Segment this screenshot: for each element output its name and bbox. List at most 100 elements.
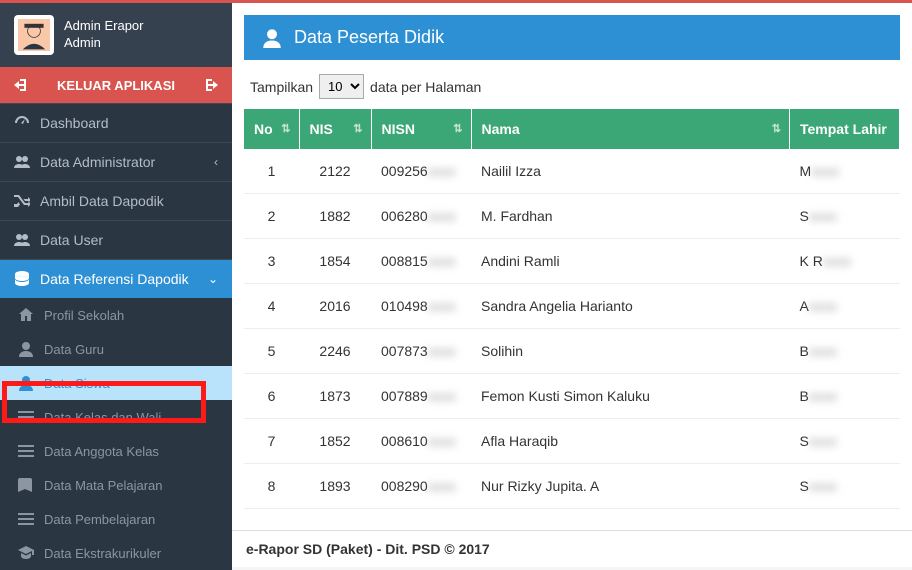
cell-nis: 1854 <box>299 239 371 284</box>
nav-data-user[interactable]: Data User <box>0 221 232 259</box>
cell-nis: 1882 <box>299 194 371 239</box>
logout-label: KELUAR APLIKASI <box>57 78 175 93</box>
cell-no: 5 <box>244 329 299 374</box>
list-icon <box>18 511 34 527</box>
cell-nama: Nur Rizky Jupita. A <box>471 464 790 509</box>
cell-tempat: Sxxxx <box>790 464 900 509</box>
table-row[interactable]: 21882006280xxxxM. FardhanSxxxx <box>244 194 900 239</box>
col-header-nis[interactable]: NIS⇅ <box>299 109 371 149</box>
page-length-select[interactable]: 10 <box>319 74 364 99</box>
chevron-left-icon: ‹ <box>214 155 218 169</box>
cell-tempat: Bxxxx <box>790 329 900 374</box>
logout-right-icon <box>202 77 218 93</box>
sub-data-pembelajaran[interactable]: Data Pembelajaran <box>0 502 232 536</box>
graduation-icon <box>18 545 34 561</box>
table-row[interactable]: 61873007889xxxxFemon Kusti Simon KalukuB… <box>244 374 900 419</box>
cell-nama: Andini Ramli <box>471 239 790 284</box>
sidebar: Admin Erapor Admin KELUAR APLIKASI Dashb… <box>0 3 232 567</box>
cell-nama: M. Fardhan <box>471 194 790 239</box>
cell-no: 2 <box>244 194 299 239</box>
sub-data-guru[interactable]: Data Guru <box>0 332 232 366</box>
nav-ambil-dapodik[interactable]: Ambil Data Dapodik <box>0 182 232 220</box>
table-row[interactable]: 12122009256xxxxNailil IzzaMxxxx <box>244 149 900 194</box>
cell-nisn: 008290xxxx <box>371 464 471 509</box>
cell-nis: 1852 <box>299 419 371 464</box>
col-header-no[interactable]: No⇅ <box>244 109 299 149</box>
col-header-nisn[interactable]: NISN⇅ <box>371 109 471 149</box>
list-icon <box>18 409 34 425</box>
users-icon <box>14 154 30 170</box>
avatar <box>14 15 54 55</box>
sub-data-siswa[interactable]: Data Siswa <box>0 366 232 400</box>
nav-referensi-dapodik[interactable]: Data Referensi Dapodik ⌄ <box>0 260 232 298</box>
cell-no: 8 <box>244 464 299 509</box>
cell-nis: 2122 <box>299 149 371 194</box>
user-panel: Admin Erapor Admin <box>0 3 232 67</box>
cell-tempat: Axxxx <box>790 284 900 329</box>
cell-nisn: 010498xxxx <box>371 284 471 329</box>
book-icon <box>18 477 34 493</box>
nav-menu: Dashboard Data Administrator ‹ Ambil Dat… <box>0 103 232 570</box>
table-row[interactable]: 31854008815xxxxAndini RamliK Rxxxx <box>244 239 900 284</box>
cell-nis: 2016 <box>299 284 371 329</box>
cell-nis: 1893 <box>299 464 371 509</box>
cell-nisn: 009256xxxx <box>371 149 471 194</box>
cell-nama: Femon Kusti Simon Kaluku <box>471 374 790 419</box>
cell-tempat: K Rxxxx <box>790 239 900 284</box>
dashboard-icon <box>14 115 30 131</box>
list-icon <box>18 443 34 459</box>
cell-nisn: 006280xxxx <box>371 194 471 239</box>
nav-data-admin[interactable]: Data Administrator ‹ <box>0 143 232 181</box>
logout-left-icon <box>14 77 30 93</box>
sub-data-ekskul[interactable]: Data Ekstrakurikuler <box>0 536 232 570</box>
col-header-nama[interactable]: Nama⇅ <box>471 109 790 149</box>
cell-tempat: Bxxxx <box>790 374 900 419</box>
user-name: Admin Erapor <box>64 18 143 35</box>
cell-no: 6 <box>244 374 299 419</box>
sort-icon: ⇅ <box>281 125 290 133</box>
table-row[interactable]: 52246007873xxxxSolihinBxxxx <box>244 329 900 374</box>
col-header-tempat[interactable]: Tempat Lahir <box>790 109 900 149</box>
cell-tempat: Mxxxx <box>790 149 900 194</box>
data-table: No⇅ NIS⇅ NISN⇅ Nama⇅ Tempat Lahir 121220… <box>244 109 900 509</box>
cell-nisn: 007889xxxx <box>371 374 471 419</box>
cell-no: 1 <box>244 149 299 194</box>
page-length-control: Tampilkan 10 data per Halaman <box>250 74 900 99</box>
cell-nama: Afla Haraqib <box>471 419 790 464</box>
person-icon <box>18 375 34 391</box>
table-row[interactable]: 71852008610xxxxAfla HaraqibSxxxx <box>244 419 900 464</box>
cell-tempat: Sxxxx <box>790 419 900 464</box>
panel-title: Data Peserta Didik <box>294 27 444 48</box>
cell-nama: Sandra Angelia Harianto <box>471 284 790 329</box>
cell-nis: 1873 <box>299 374 371 419</box>
main-content: Data Peserta Didik Tampilkan 10 data per… <box>232 3 912 567</box>
home-icon <box>18 307 34 323</box>
cell-nama: Nailil Izza <box>471 149 790 194</box>
user-role: Admin <box>64 35 143 52</box>
person-icon <box>18 341 34 357</box>
nav-dashboard[interactable]: Dashboard <box>0 104 232 142</box>
chevron-down-icon: ⌄ <box>208 272 218 286</box>
cell-tempat: Sxxxx <box>790 194 900 239</box>
shuffle-icon <box>14 193 30 209</box>
pager-suffix: data per Halaman <box>370 79 481 95</box>
sort-icon: ⇅ <box>453 125 462 133</box>
footer-text: e-Rapor SD (Paket) - Dit. PSD © 2017 <box>232 530 912 567</box>
person-icon <box>262 28 282 48</box>
database-icon <box>14 271 30 287</box>
cell-nisn: 008815xxxx <box>371 239 471 284</box>
sub-data-kelas[interactable]: Data Kelas dan Wali <box>0 400 232 434</box>
sub-data-anggota[interactable]: Data Anggota Kelas <box>0 434 232 468</box>
sub-profil-sekolah[interactable]: Profil Sekolah <box>0 298 232 332</box>
users-icon <box>14 232 30 248</box>
cell-nis: 2246 <box>299 329 371 374</box>
sort-icon: ⇅ <box>353 125 362 133</box>
cell-no: 3 <box>244 239 299 284</box>
cell-nisn: 008610xxxx <box>371 419 471 464</box>
cell-no: 7 <box>244 419 299 464</box>
pager-prefix: Tampilkan <box>250 79 313 95</box>
logout-button[interactable]: KELUAR APLIKASI <box>0 67 232 103</box>
sub-data-mapel[interactable]: Data Mata Pelajaran <box>0 468 232 502</box>
table-row[interactable]: 42016010498xxxxSandra Angelia HariantoAx… <box>244 284 900 329</box>
table-row[interactable]: 81893008290xxxxNur Rizky Jupita. ASxxxx <box>244 464 900 509</box>
